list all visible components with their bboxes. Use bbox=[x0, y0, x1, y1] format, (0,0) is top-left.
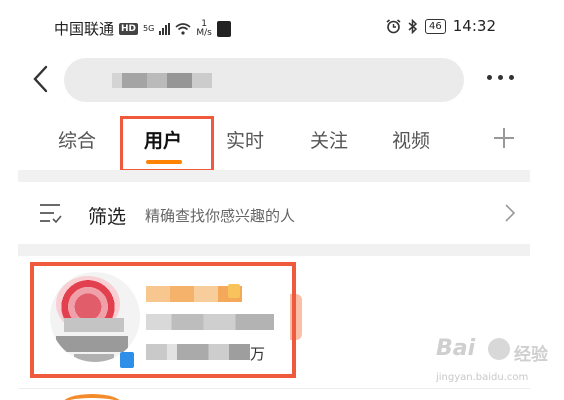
carrier-name: 中国联通 bbox=[54, 20, 115, 38]
search-header bbox=[18, 52, 530, 110]
search-input[interactable] bbox=[64, 58, 464, 102]
clock: 14:32 bbox=[452, 17, 496, 35]
annotation-box-result bbox=[30, 262, 296, 378]
chevron-right-icon bbox=[505, 204, 516, 222]
paw-icon bbox=[488, 338, 510, 360]
battery-level: 46 bbox=[425, 18, 446, 34]
tab-video[interactable]: 视频 bbox=[392, 126, 430, 153]
tab-following[interactable]: 关注 bbox=[310, 126, 348, 153]
alarm-icon bbox=[386, 18, 401, 33]
signal-icon bbox=[159, 22, 171, 35]
watermark-url: jingyan.baidu.com bbox=[436, 372, 529, 383]
search-query-pixelated bbox=[112, 73, 212, 88]
filter-row[interactable]: 筛选 精确查找你感兴趣的人 bbox=[18, 182, 530, 244]
watermark: Bai 经验 jingyan.baidu.com bbox=[436, 336, 560, 398]
plus-icon[interactable] bbox=[494, 128, 514, 148]
next-result-avatar[interactable] bbox=[62, 394, 122, 400]
chevron-left-icon[interactable] bbox=[30, 64, 52, 94]
network-type: 5G bbox=[143, 23, 155, 33]
watermark-cn: 经验 bbox=[514, 345, 548, 365]
more-dots-icon[interactable] bbox=[487, 75, 514, 80]
bluetooth-icon bbox=[408, 18, 418, 34]
wifi-icon bbox=[175, 22, 191, 35]
status-bar: 中国联通 HD 5G 1 M/s 46 14:32 bbox=[18, 0, 530, 52]
tab-comprehensive[interactable]: 综合 bbox=[58, 126, 96, 153]
speed-unit: M/s bbox=[196, 27, 212, 38]
app-notification-icon bbox=[216, 20, 231, 37]
hd-badge: HD bbox=[119, 22, 139, 35]
section-separator bbox=[18, 244, 530, 256]
annotation-box-tab bbox=[120, 116, 214, 172]
net-speed: 1 M/s bbox=[196, 19, 212, 38]
search-tabs: 综合 用户 实时 关注 视频 bbox=[18, 114, 530, 172]
tab-realtime[interactable]: 实时 bbox=[226, 126, 264, 153]
filter-title: 筛选 bbox=[88, 206, 127, 228]
filter-subtitle: 精确查找你感兴趣的人 bbox=[145, 207, 296, 225]
filter-icon bbox=[40, 204, 62, 224]
watermark-logo: Bai bbox=[436, 336, 476, 361]
section-separator bbox=[18, 170, 530, 182]
